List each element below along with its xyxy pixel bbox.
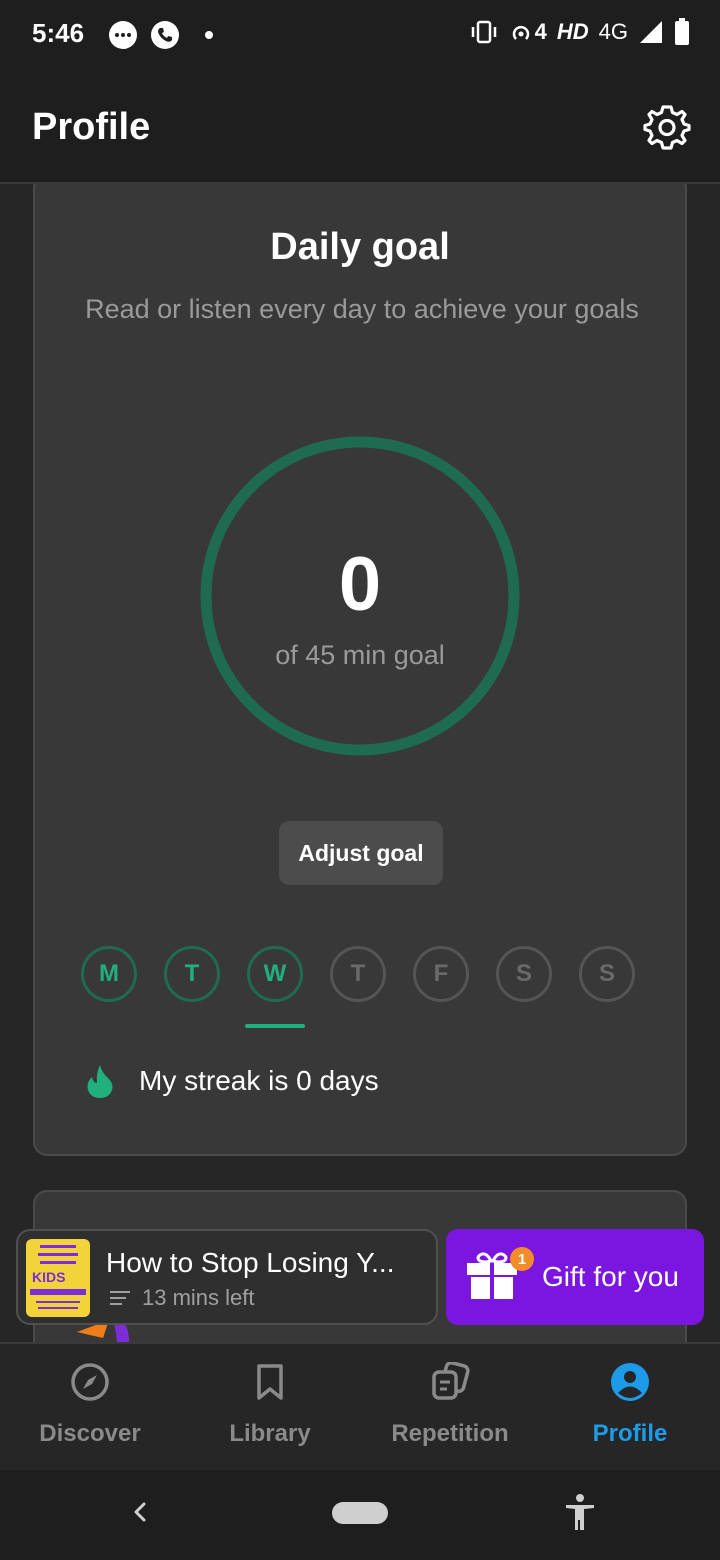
daily-goal-title: Daily goal: [270, 226, 450, 268]
app-header: Profile: [0, 72, 720, 184]
current-day-indicator: [245, 1024, 305, 1028]
time-left: 13 mins left: [142, 1285, 255, 1310]
dot-icon: [205, 31, 213, 39]
nav-item-discover[interactable]: Discover: [0, 1344, 180, 1470]
day-tuesday: T: [164, 946, 220, 1002]
text-lines-icon: [110, 1291, 130, 1305]
day-friday: F: [413, 946, 469, 1002]
user-circle-icon: [611, 1363, 649, 1401]
network-label: HD: [556, 19, 589, 44]
profile-content[interactable]: Daily goal Read or listen every day to a…: [0, 184, 720, 1342]
adjust-goal-button[interactable]: Adjust goal: [279, 821, 443, 885]
daily-goal-subtitle: Read or listen every day to achieve your…: [85, 294, 639, 324]
battery-icon: [675, 18, 689, 45]
day-letter: S: [515, 960, 532, 987]
hotspot-group: 4: [509, 19, 547, 45]
streak-row: My streak is 0 days: [85, 1056, 379, 1106]
mini-player-title: How to Stop Losing Y...: [106, 1247, 395, 1278]
nav-item-profile[interactable]: Profile: [540, 1344, 720, 1470]
hotspot-icon: [512, 25, 529, 40]
gift-badge: 1: [510, 1247, 534, 1271]
mini-player-subtitle: 13 mins left: [108, 1285, 255, 1311]
phone-icon: [151, 21, 179, 49]
daily-goal-card: Daily goal Read or listen every day to a…: [33, 184, 687, 1156]
cards-icon: [432, 1362, 470, 1400]
signal-icon: [640, 21, 662, 43]
nav-label: Repetition: [391, 1420, 509, 1447]
status-right-group: 4 HD 4G: [469, 18, 690, 46]
day-wednesday: W: [247, 946, 303, 1002]
day-letter: W: [263, 960, 287, 987]
system-navigation: [0, 1470, 720, 1560]
page-title: Profile: [32, 106, 151, 148]
day-letter: T: [184, 960, 200, 987]
day-letter: M: [99, 960, 119, 987]
vibrate-icon: [471, 20, 496, 44]
flame-icon: [87, 1065, 113, 1098]
home-pill-icon[interactable]: [332, 1502, 388, 1524]
back-icon[interactable]: [128, 1498, 152, 1526]
bookmark-icon: [257, 1364, 283, 1400]
compass-icon: [71, 1363, 109, 1401]
nav-label: Library: [229, 1420, 311, 1447]
gear-icon[interactable]: [642, 102, 692, 152]
nav-item-repetition[interactable]: Repetition: [360, 1344, 540, 1470]
nav-label: Profile: [592, 1420, 668, 1447]
day-thursday: T: [330, 946, 386, 1002]
book-cover-image: KIDS: [26, 1239, 90, 1317]
day-saturday: S: [496, 946, 552, 1002]
chat-bubble-icon: [109, 21, 137, 49]
hotspot-count: 4: [534, 19, 547, 44]
nav-label: Discover: [39, 1420, 141, 1447]
goal-progress-value: 0: [338, 542, 382, 627]
weekday-row: M T W T F S S: [81, 946, 651, 1036]
streak-text: My streak is 0 days: [139, 1065, 379, 1096]
day-letter: T: [350, 960, 366, 987]
goal-progress-label: of 45 min goal: [275, 640, 445, 670]
day-letter: F: [433, 960, 449, 987]
status-time: 5:46: [32, 18, 85, 48]
day-sunday: S: [579, 946, 635, 1002]
cover-text: KIDS: [32, 1269, 66, 1285]
bottom-navigation: Discover Library Repetition Profile: [0, 1342, 720, 1470]
gift-label: Gift for you: [542, 1261, 679, 1292]
day-monday: M: [81, 946, 137, 1002]
accessibility-icon[interactable]: [562, 1492, 598, 1532]
status-bar: 5:46 4 HD 4G: [0, 0, 720, 72]
nav-item-library[interactable]: Library: [180, 1344, 360, 1470]
mini-player[interactable]: KIDS How to Stop Losing Y... 13 mins lef…: [16, 1229, 438, 1325]
day-letter: S: [598, 960, 615, 987]
network-type: 4G: [598, 19, 628, 44]
gift-button[interactable]: 1 Gift for you: [446, 1229, 704, 1325]
